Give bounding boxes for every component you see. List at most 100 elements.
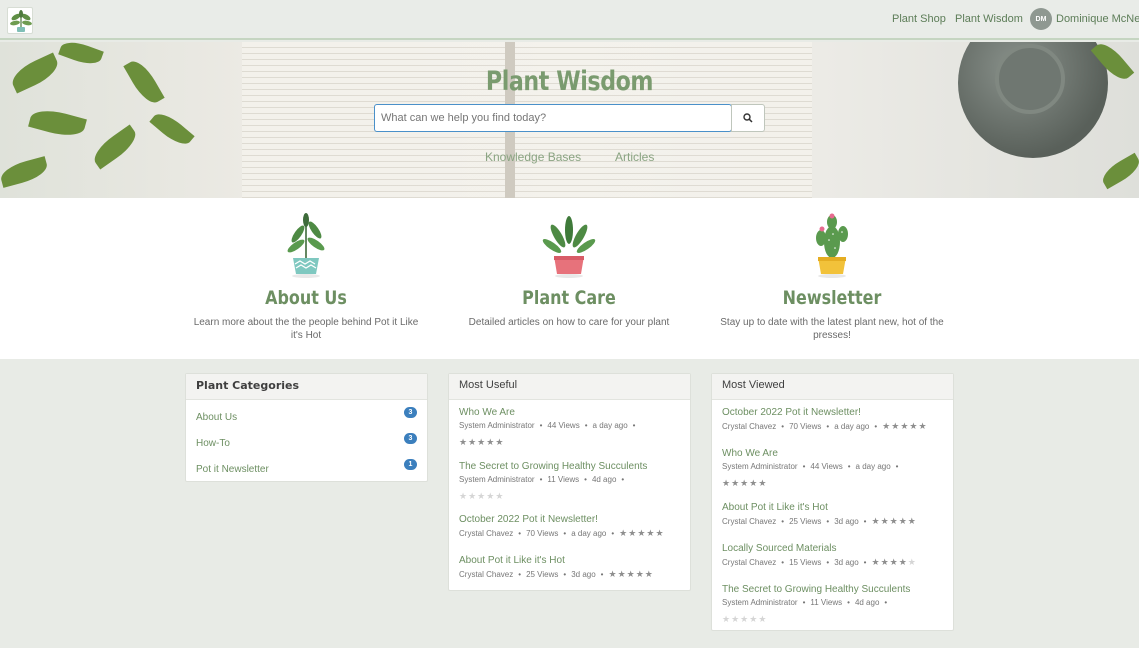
star-empty-icon[interactable]: ★ (908, 557, 916, 568)
star-empty-icon[interactable]: ★ (749, 614, 757, 625)
star-empty-icon[interactable]: ★ (740, 614, 748, 625)
star-filled-icon[interactable]: ★ (636, 569, 644, 580)
star-empty-icon[interactable]: ★ (468, 491, 476, 502)
star-filled-icon[interactable]: ★ (459, 437, 467, 448)
star-filled-icon[interactable]: ★ (618, 569, 626, 580)
star-empty-icon[interactable]: ★ (495, 491, 503, 502)
article-title-link[interactable]: About Pot it Like it's Hot (459, 555, 653, 566)
article-title-link[interactable]: October 2022 Pot it Newsletter! (459, 514, 664, 525)
article-title-link[interactable]: Locally Sourced Materials (722, 543, 916, 554)
article-item[interactable]: October 2022 Pot it Newsletter! Crystal C… (712, 407, 937, 432)
star-filled-icon[interactable]: ★ (749, 478, 757, 489)
category-label[interactable]: How-To (196, 438, 230, 449)
star-rating[interactable]: ★ ★ ★ ★ ★ (459, 491, 503, 502)
category-label[interactable]: About Us (196, 412, 237, 423)
star-empty-icon[interactable]: ★ (477, 491, 485, 502)
hero-link-knowledge-bases[interactable]: Knowledge Bases (485, 150, 581, 164)
feature-about-us[interactable]: About Us Learn more about the the people… (191, 198, 421, 359)
star-filled-icon[interactable]: ★ (908, 516, 916, 527)
star-rating[interactable]: ★ ★ ★ ★ ★ (459, 437, 503, 448)
star-filled-icon[interactable]: ★ (871, 557, 879, 568)
star-filled-icon[interactable]: ★ (881, 557, 889, 568)
star-rating[interactable]: ★ ★ ★ ★ ★ (882, 421, 926, 432)
star-filled-icon[interactable]: ★ (645, 569, 653, 580)
star-filled-icon[interactable]: ★ (608, 569, 616, 580)
article-title-link[interactable]: Who We Are (459, 407, 640, 418)
category-label[interactable]: Pot it Newsletter (196, 464, 269, 475)
star-filled-icon[interactable]: ★ (899, 557, 907, 568)
star-filled-icon[interactable]: ★ (646, 528, 654, 539)
category-item-about-us[interactable]: About Us 3 (186, 400, 427, 426)
separator-dot: • (518, 529, 522, 538)
potted-plant-icon (287, 213, 325, 278)
user-name[interactable]: Dominique McNeil (1056, 13, 1139, 25)
article-age: a day ago (834, 422, 870, 431)
star-filled-icon[interactable]: ★ (619, 528, 627, 539)
leaf-decoration (1098, 152, 1139, 190)
star-filled-icon[interactable]: ★ (627, 569, 635, 580)
separator-dot: • (518, 570, 522, 579)
star-filled-icon[interactable]: ★ (637, 528, 645, 539)
star-empty-icon[interactable]: ★ (731, 614, 739, 625)
star-rating[interactable]: ★ ★ ★ ★ ★ (722, 614, 766, 625)
star-filled-icon[interactable]: ★ (655, 528, 663, 539)
article-item[interactable]: Who We Are System Administrator • 44 Views •… (449, 407, 650, 450)
article-title-link[interactable]: About Pot it Like it's Hot (722, 502, 916, 513)
rating-row: ★ ★ ★ ★ ★ (722, 473, 903, 491)
star-rating[interactable]: ★ ★ ★ ★ ★ (871, 557, 915, 568)
avatar[interactable]: DM (1030, 8, 1052, 30)
article-title-link[interactable]: October 2022 Pot it Newsletter! (722, 407, 927, 418)
hero-link-articles[interactable]: Articles (615, 150, 654, 164)
article-item[interactable]: The Secret to Growing Healthy Succulents… (712, 584, 920, 627)
star-filled-icon[interactable]: ★ (486, 437, 494, 448)
article-meta: Crystal Chavez • 70 Views • a day ago • ★ ★ ★ ★ ★ (459, 528, 664, 539)
star-filled-icon[interactable]: ★ (890, 557, 898, 568)
star-filled-icon[interactable]: ★ (882, 421, 890, 432)
category-item-how-to[interactable]: How-To 3 (186, 426, 427, 452)
star-filled-icon[interactable]: ★ (740, 478, 748, 489)
star-empty-icon[interactable]: ★ (758, 614, 766, 625)
star-filled-icon[interactable]: ★ (891, 421, 899, 432)
star-empty-icon[interactable]: ★ (459, 491, 467, 502)
article-title-link[interactable]: The Secret to Growing Healthy Succulents (459, 461, 647, 472)
nav-link-plant-shop[interactable]: Plant Shop (892, 13, 946, 25)
article-item[interactable]: About Pot it Like it's Hot Crystal Chavez… (712, 502, 926, 527)
article-title-link[interactable]: Who We Are (722, 448, 903, 459)
star-filled-icon[interactable]: ★ (918, 421, 926, 432)
star-rating[interactable]: ★ ★ ★ ★ ★ (871, 516, 915, 527)
star-filled-icon[interactable]: ★ (890, 516, 898, 527)
star-filled-icon[interactable]: ★ (722, 478, 730, 489)
star-rating[interactable]: ★ ★ ★ ★ ★ (619, 528, 663, 539)
star-rating[interactable]: ★ ★ ★ ★ ★ (722, 478, 766, 489)
article-meta: System Administrator • 11 Views • 4d ago • (722, 598, 910, 607)
star-filled-icon[interactable]: ★ (871, 516, 879, 527)
article-item[interactable]: The Secret to Growing Healthy Succulents… (449, 461, 657, 504)
feature-newsletter[interactable]: Newsletter Stay up to date with the late… (717, 198, 947, 359)
article-item[interactable]: About Pot it Like it's Hot Crystal Chavez… (449, 555, 663, 580)
star-filled-icon[interactable]: ★ (881, 516, 889, 527)
site-logo[interactable] (7, 7, 33, 34)
star-filled-icon[interactable]: ★ (900, 421, 908, 432)
star-filled-icon[interactable]: ★ (468, 437, 476, 448)
nav-link-plant-wisdom[interactable]: Plant Wisdom (955, 13, 1023, 25)
star-empty-icon[interactable]: ★ (722, 614, 730, 625)
article-item[interactable]: October 2022 Pot it Newsletter! Crystal C… (449, 514, 674, 539)
article-title-link[interactable]: The Secret to Growing Healthy Succulents (722, 584, 910, 595)
star-rating[interactable]: ★ ★ ★ ★ ★ (608, 569, 652, 580)
top-navbar: Plant Shop Plant Wisdom DM Dominique McN… (0, 0, 1139, 40)
star-filled-icon[interactable]: ★ (477, 437, 485, 448)
article-item[interactable]: Locally Sourced Materials Crystal Chavez •… (712, 543, 926, 568)
star-empty-icon[interactable]: ★ (486, 491, 494, 502)
feature-plant-care[interactable]: Plant Care Detailed articles on how to c… (454, 198, 684, 359)
article-item[interactable]: Who We Are System Administrator • 44 Views •… (712, 448, 913, 491)
count-badge: 1 (404, 459, 417, 470)
star-filled-icon[interactable]: ★ (899, 516, 907, 527)
search-input[interactable] (374, 104, 732, 132)
search-button[interactable] (731, 104, 765, 132)
star-filled-icon[interactable]: ★ (495, 437, 503, 448)
star-filled-icon[interactable]: ★ (909, 421, 917, 432)
star-filled-icon[interactable]: ★ (628, 528, 636, 539)
star-filled-icon[interactable]: ★ (758, 478, 766, 489)
category-item-pot-it-newsletter[interactable]: Pot it Newsletter 1 (186, 452, 427, 478)
star-filled-icon[interactable]: ★ (731, 478, 739, 489)
